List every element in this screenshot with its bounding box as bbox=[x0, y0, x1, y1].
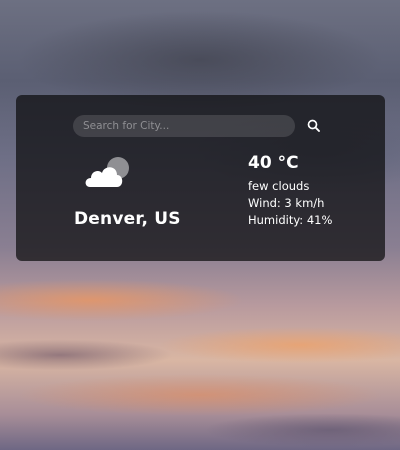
temperature: 40 °C bbox=[248, 153, 299, 173]
city-search-input[interactable] bbox=[73, 115, 295, 137]
search-icon bbox=[307, 119, 320, 132]
few-clouds-icon bbox=[85, 157, 129, 187]
city-name: Denver, US bbox=[74, 209, 181, 229]
wind-speed: Wind: 3 km/h bbox=[248, 196, 325, 210]
search-button[interactable] bbox=[305, 117, 323, 135]
weather-description: few clouds bbox=[248, 179, 310, 193]
weather-card: Denver, US 40 °C few clouds Wind: 3 km/h… bbox=[16, 95, 385, 261]
humidity: Humidity: 41% bbox=[248, 213, 333, 227]
